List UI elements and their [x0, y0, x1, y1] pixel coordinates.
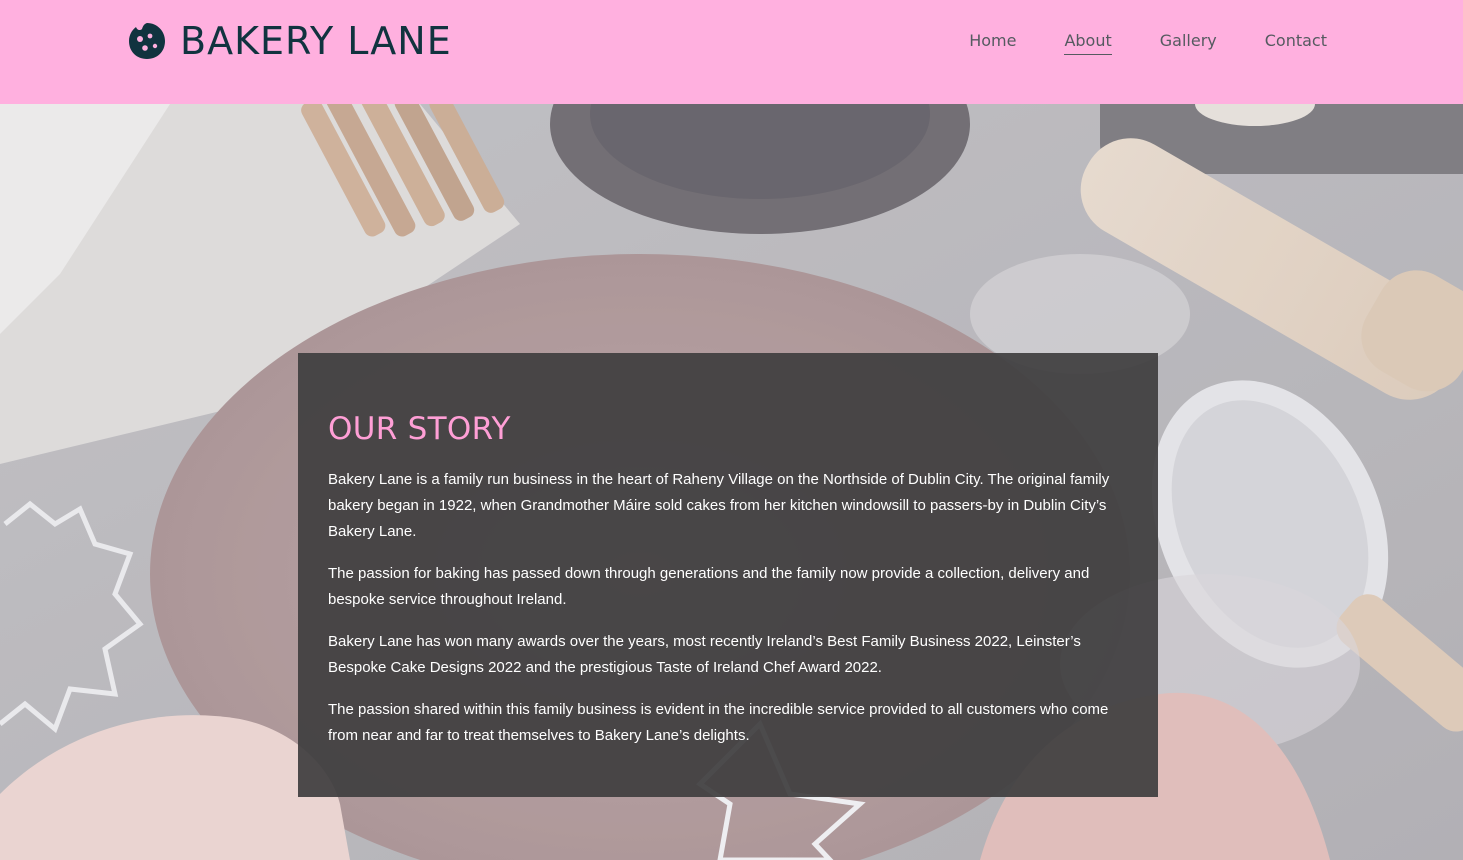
nav-home[interactable]: Home [969, 30, 1016, 55]
story-title: OUR STORY [328, 411, 511, 447]
brand-logo-link[interactable]: BAKERY LANE [128, 20, 452, 62]
story-paragraph-4: The passion shared within this family bu… [328, 701, 1109, 744]
our-story-card: OUR STORY Bakery Lane is a family run bu… [298, 353, 1158, 797]
story-paragraph-1: Bakery Lane is a family run business in … [328, 471, 1110, 540]
site-header: BAKERY LANE Home About Gallery Contact [0, 0, 1463, 104]
cookie-icon [129, 23, 165, 59]
brand-name: BAKERY LANE [180, 19, 452, 63]
nav-about[interactable]: About [1064, 30, 1112, 55]
nav-gallery[interactable]: Gallery [1160, 30, 1217, 55]
story-paragraph-3: Bakery Lane has won many awards over the… [328, 633, 1081, 676]
story-paragraph-2: The passion for baking has passed down t… [328, 565, 1090, 608]
main-nav: Home About Gallery Contact [969, 30, 1327, 55]
nav-contact[interactable]: Contact [1265, 30, 1327, 55]
